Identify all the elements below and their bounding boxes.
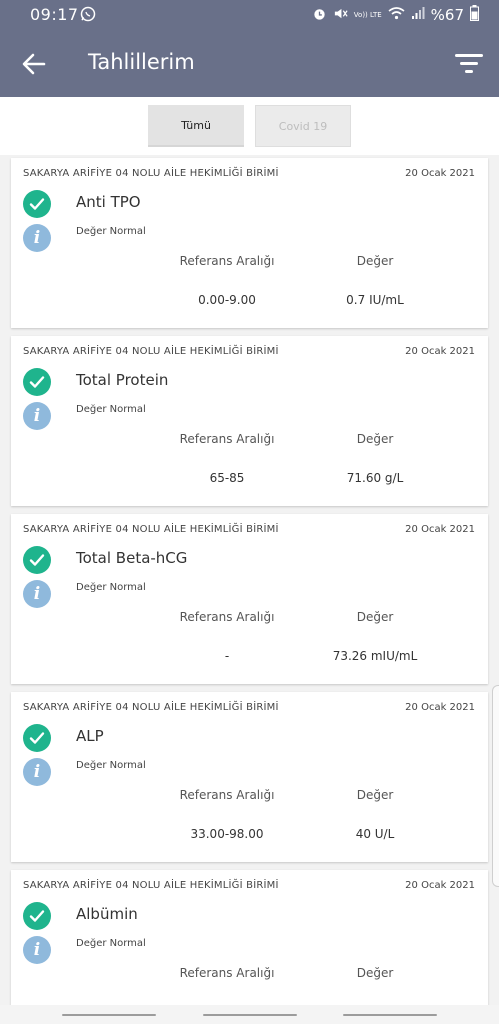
info-icon[interactable]: i	[23, 224, 51, 252]
result-date: 20 Ocak 2021	[405, 702, 475, 713]
status-time: 09:17	[30, 5, 79, 24]
value-label: Değer	[356, 254, 394, 268]
result-status: Değer Normal	[76, 938, 146, 949]
back-arrow-icon[interactable]	[20, 50, 48, 78]
reference-range-label: Referans Aralığı	[179, 610, 275, 624]
institution-name: SAKARYA ARİFİYE 04 NOLU AİLE HEKİMLİĞİ B…	[23, 702, 279, 713]
reference-range-value: 33.00-98.00	[190, 827, 264, 841]
result-value: 0.7 IU/mL	[346, 293, 404, 307]
nav-home-button[interactable]	[203, 1014, 297, 1016]
navigation-bar	[0, 1005, 499, 1024]
filter-tabs: Tümü Covid 19	[0, 97, 499, 155]
nav-recents-button[interactable]	[62, 1014, 156, 1016]
reference-range-value: 0.00-9.00	[198, 293, 256, 307]
info-icon[interactable]: i	[23, 402, 51, 430]
whatsapp-icon	[80, 6, 96, 26]
result-card[interactable]: SAKARYA ARİFİYE 04 NOLU AİLE HEKİMLİĞİ B…	[11, 158, 488, 328]
info-icon[interactable]: i	[23, 758, 51, 786]
value-label: Değer	[356, 788, 394, 802]
tab-all[interactable]: Tümü	[148, 105, 244, 147]
reference-range-label: Referans Aralığı	[179, 966, 275, 980]
filter-icon[interactable]	[453, 49, 485, 79]
reference-range-value: -	[224, 649, 230, 663]
check-icon	[23, 546, 51, 574]
institution-name: SAKARYA ARİFİYE 04 NOLU AİLE HEKİMLİĞİ B…	[23, 880, 279, 891]
institution-name: SAKARYA ARİFİYE 04 NOLU AİLE HEKİMLİĞİ B…	[23, 524, 279, 535]
result-card[interactable]: SAKARYA ARİFİYE 04 NOLU AİLE HEKİMLİĞİ B…	[11, 514, 488, 684]
test-name: ALP	[76, 727, 104, 745]
result-value: 71.60 g/L	[346, 471, 404, 485]
battery-level: %67	[430, 6, 464, 24]
nav-back-button[interactable]	[343, 1014, 437, 1016]
wifi-icon	[388, 6, 405, 24]
result-card[interactable]: SAKARYA ARİFİYE 04 NOLU AİLE HEKİMLİĞİ B…	[11, 336, 488, 506]
reference-range-label: Referans Aralığı	[179, 432, 275, 446]
info-icon[interactable]: i	[23, 580, 51, 608]
check-icon	[23, 724, 51, 752]
tab-covid-19[interactable]: Covid 19	[255, 105, 351, 147]
test-name: Total Protein	[76, 371, 169, 389]
results-list: SAKARYA ARİFİYE 04 NOLU AİLE HEKİMLİĞİ B…	[0, 155, 499, 1005]
result-date: 20 Ocak 2021	[405, 346, 475, 357]
result-status: Değer Normal	[76, 226, 146, 237]
result-date: 20 Ocak 2021	[405, 168, 475, 179]
page-title: Tahlillerim	[88, 50, 195, 74]
value-label: Değer	[356, 610, 394, 624]
reference-range-value: 65-85	[209, 471, 245, 485]
value-label: Değer	[356, 432, 394, 446]
result-value: 40 U/L	[355, 827, 395, 841]
result-status: Değer Normal	[76, 582, 146, 593]
signal-icon	[411, 6, 425, 24]
check-icon	[23, 368, 51, 396]
reference-range-label: Referans Aralığı	[179, 788, 275, 802]
result-status: Değer Normal	[76, 404, 146, 415]
test-name: Total Beta-hCG	[76, 549, 188, 567]
info-icon[interactable]: i	[23, 936, 51, 964]
result-date: 20 Ocak 2021	[405, 524, 475, 535]
result-card[interactable]: SAKARYA ARİFİYE 04 NOLU AİLE HEKİMLİĞİ B…	[11, 870, 488, 1005]
result-card[interactable]: SAKARYA ARİFİYE 04 NOLU AİLE HEKİMLİĞİ B…	[11, 692, 488, 862]
institution-name: SAKARYA ARİFİYE 04 NOLU AİLE HEKİMLİĞİ B…	[23, 168, 279, 179]
alarm-icon	[312, 6, 327, 25]
mute-icon	[333, 6, 348, 25]
result-date: 20 Ocak 2021	[405, 880, 475, 891]
app-bar: Tahlillerim	[0, 30, 499, 97]
volte-indicator: Vo)) LTE	[353, 10, 382, 19]
result-status: Değer Normal	[76, 760, 146, 771]
check-icon	[23, 190, 51, 218]
battery-icon	[470, 5, 479, 25]
status-bar: 09:17 Vo)) LTE %67	[0, 0, 499, 30]
reference-range-label: Referans Aralığı	[179, 254, 275, 268]
institution-name: SAKARYA ARİFİYE 04 NOLU AİLE HEKİMLİĞİ B…	[23, 346, 279, 357]
test-name: Albümin	[76, 905, 138, 923]
value-label: Değer	[356, 966, 394, 980]
check-icon	[23, 902, 51, 930]
scrollbar[interactable]	[492, 685, 499, 887]
result-value: 73.26 mIU/mL	[332, 649, 418, 663]
test-name: Anti TPO	[76, 193, 141, 211]
